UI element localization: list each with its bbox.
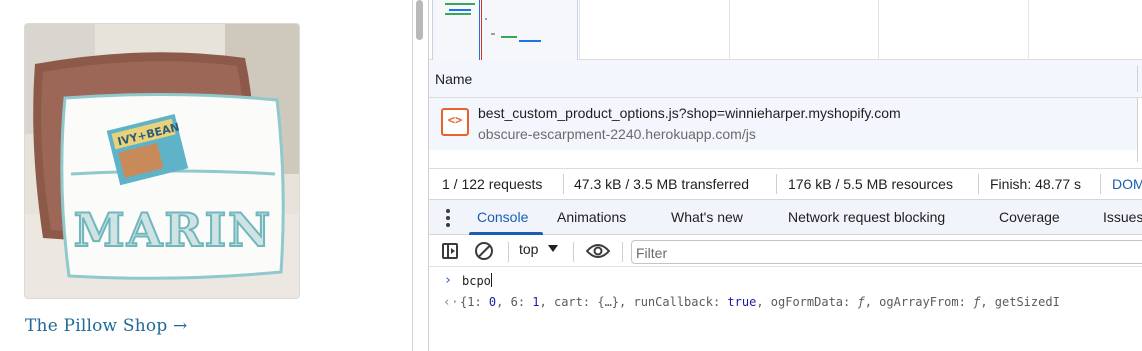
summary-separator	[1100, 174, 1101, 194]
overview-bar	[491, 33, 495, 35]
tab-issues[interactable]: Issues	[1103, 209, 1142, 225]
load-marker	[481, 0, 482, 60]
network-summary-bar: 1 / 122 requests 47.3 kB / 3.5 MB transf…	[429, 168, 1142, 198]
filter-input[interactable]	[636, 244, 1136, 261]
overview-gridline	[729, 0, 730, 60]
summary-resources: 176 kB / 5.5 MB resources	[788, 176, 953, 192]
overview-bar	[445, 13, 471, 15]
clear-console-icon[interactable]	[475, 242, 493, 260]
summary-separator	[563, 174, 564, 194]
more-tools-menu-icon[interactable]	[445, 209, 451, 227]
tab-console[interactable]: Console	[477, 209, 528, 225]
overview-bar	[519, 40, 541, 42]
summary-finish: Finish: 48.77 s	[990, 176, 1082, 192]
dom-content-loaded-marker	[479, 0, 480, 60]
tab-whats-new[interactable]: What's new	[671, 209, 743, 225]
tab-network-request-blocking[interactable]: Network request blocking	[788, 209, 945, 225]
console-command: bcpo	[462, 274, 491, 288]
tab-animations[interactable]: Animations	[557, 209, 626, 225]
toolbar-separator	[508, 242, 509, 262]
overview-bar	[445, 3, 475, 5]
drawer-tabbar: Console Animations What's new Network re…	[429, 199, 1142, 235]
console-input-line[interactable]: › bcpo	[429, 273, 1142, 291]
name-column-label: Name	[435, 71, 473, 87]
column-divider[interactable]	[1137, 66, 1138, 92]
text-cursor	[490, 273, 492, 287]
console-toolbar: top	[429, 236, 1142, 267]
console-filter[interactable]	[631, 240, 1142, 264]
request-domain: obscure-escarpment-2240.herokuapp.com/js	[478, 126, 756, 142]
dropdown-caret-icon	[548, 245, 559, 252]
pillow-shop-link[interactable]: The Pillow Shop →	[25, 316, 187, 336]
toolbar-separator	[622, 242, 623, 262]
product-image[interactable]: IVY+BEAN MARIN	[24, 23, 300, 299]
pillow-photo: IVY+BEAN MARIN	[25, 24, 299, 298]
console-result: {1: 0, 6: 1, cart: {…}, runCallback: tru…	[460, 295, 1060, 309]
tab-coverage[interactable]: Coverage	[999, 209, 1060, 225]
column-divider	[1137, 98, 1138, 162]
code-file-icon: <>	[441, 108, 469, 136]
prompt-chevron-icon: ›	[444, 273, 452, 288]
overview-gridline	[579, 0, 580, 60]
overview-gridline	[1028, 0, 1029, 60]
context-selector-label: top	[519, 241, 539, 257]
summary-separator	[978, 174, 979, 194]
toolbar-separator	[573, 242, 574, 262]
summary-requests: 1 / 122 requests	[442, 176, 543, 192]
return-arrow-icon: ‹·	[443, 295, 459, 310]
request-name: best_custom_product_options.js?shop=winn…	[478, 105, 901, 121]
network-overview[interactable]	[429, 0, 1142, 60]
pillow-embroidery: MARIN	[74, 203, 272, 257]
summary-transferred: 47.3 kB / 3.5 MB transferred	[574, 176, 750, 192]
summary-domcontentloaded[interactable]: DOM	[1112, 176, 1142, 192]
name-column-header[interactable]: Name	[429, 60, 1142, 98]
overview-bar	[501, 36, 517, 38]
overview-bar	[449, 9, 471, 11]
devtools-panel: Name <> best_custom_product_options.js?s…	[428, 0, 1142, 351]
storefront-panel: IVY+BEAN MARIN The Pillow Shop →	[0, 0, 413, 351]
summary-separator	[776, 174, 777, 194]
page-scrollbar[interactable]	[416, 0, 423, 40]
overview-gridline	[878, 0, 879, 60]
request-row[interactable]: <> best_custom_product_options.js?shop=w…	[429, 98, 1137, 150]
show-sidebar-icon[interactable]	[442, 243, 458, 259]
context-selector[interactable]: top	[519, 241, 559, 263]
console-output[interactable]: › bcpo ‹· {1: 0, 6: 1, cart: {…}, runCal…	[429, 268, 1142, 351]
active-tab-indicator	[469, 232, 543, 235]
overview-bar	[485, 18, 487, 20]
code-file-glyph: <>	[447, 113, 463, 127]
console-result-line[interactable]: ‹· {1: 0, 6: 1, cart: {…}, runCallback: …	[429, 295, 1142, 313]
live-expression-eye-icon[interactable]	[586, 243, 610, 259]
